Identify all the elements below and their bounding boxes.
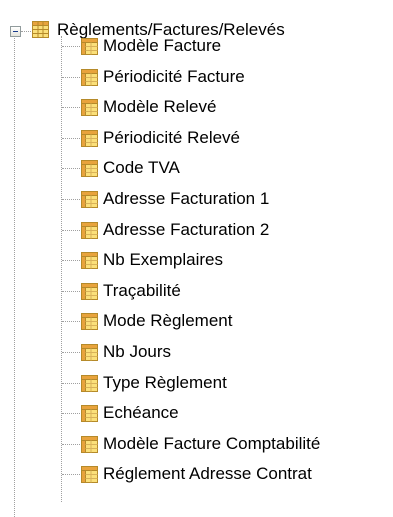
tree-item-label: Mode Règlement: [103, 311, 233, 330]
tree-item[interactable]: Modèle Facture Comptabilité: [0, 430, 393, 458]
tree-item-label: Périodicité Relevé: [103, 128, 241, 147]
table-icon: [81, 191, 98, 208]
tree-guide-line-item: [62, 383, 80, 384]
table-icon: [81, 38, 98, 55]
tree-item-label: Modèle Facture: [103, 36, 222, 55]
table-icon: [81, 252, 98, 269]
table-icon: [81, 283, 98, 300]
table-icon: [81, 160, 98, 177]
table-icon: [81, 344, 98, 361]
tree-item[interactable]: Type Règlement: [0, 369, 393, 397]
tree-item-label: Réglement Adresse Contrat: [103, 464, 312, 483]
tree-item-label: Code TVA: [103, 158, 180, 177]
table-icon: [81, 313, 98, 330]
tree-item-label: Adresse Facturation 2: [103, 220, 270, 239]
table-icon: [81, 130, 98, 147]
tree-guide-line-item: [62, 321, 80, 322]
tree-item[interactable]: Modèle Relevé: [0, 93, 393, 121]
tree-item[interactable]: Nb Exemplaires: [0, 246, 393, 274]
table-icon: [81, 405, 98, 422]
tree-item[interactable]: Echéance: [0, 399, 393, 427]
tree-guide-line-item: [62, 46, 80, 47]
tree-item[interactable]: Traçabilité: [0, 277, 393, 305]
tree-item[interactable]: Adresse Facturation 1: [0, 185, 393, 213]
tree-guide-line-item: [62, 291, 80, 292]
tree-item[interactable]: Périodicité Facture: [0, 63, 393, 91]
tree-item-label: Nb Exemplaires: [103, 250, 223, 269]
tree-view: Règlements/Factures/Relevés Modèle Factu…: [0, 0, 393, 517]
tree-guide-line-item: [62, 199, 80, 200]
tree-guide-line-item: [62, 168, 80, 169]
tree-item-label: Traçabilité: [103, 281, 181, 300]
tree-guide-line-item: [62, 352, 80, 353]
table-icon: [81, 69, 98, 86]
tree-guide-line-item: [62, 107, 80, 108]
tree-item[interactable]: Modèle Facture: [0, 32, 393, 60]
tree-guide-line-item: [62, 230, 80, 231]
tree-item-label: Nb Jours: [103, 342, 172, 361]
tree-item[interactable]: Adresse Facturation 2: [0, 216, 393, 244]
tree-item[interactable]: Code TVA: [0, 154, 393, 182]
tree-guide-line-item: [62, 77, 80, 78]
tree-guide-line-item: [62, 474, 80, 475]
tree-item-label: Périodicité Facture: [103, 67, 245, 86]
tree-item[interactable]: Réglement Adresse Contrat: [0, 460, 393, 488]
tree-guide-line-item: [62, 260, 80, 261]
tree-guide-line-item: [62, 413, 80, 414]
tree-item-label: Modèle Relevé: [103, 97, 217, 116]
tree-guide-line-item: [62, 444, 80, 445]
table-icon: [81, 222, 98, 239]
table-icon: [81, 436, 98, 453]
tree-item-label: Echéance: [103, 403, 179, 422]
tree-guide-line-item: [62, 138, 80, 139]
tree-item[interactable]: Nb Jours: [0, 338, 393, 366]
table-icon: [81, 375, 98, 392]
table-icon: [81, 99, 98, 116]
tree-item-label: Adresse Facturation 1: [103, 189, 270, 208]
tree-item[interactable]: Périodicité Relevé: [0, 124, 393, 152]
tree-item[interactable]: Mode Règlement: [0, 307, 393, 335]
tree-item-label: Modèle Facture Comptabilité: [103, 434, 321, 453]
table-icon: [81, 466, 98, 483]
tree-item-label: Type Règlement: [103, 373, 227, 392]
